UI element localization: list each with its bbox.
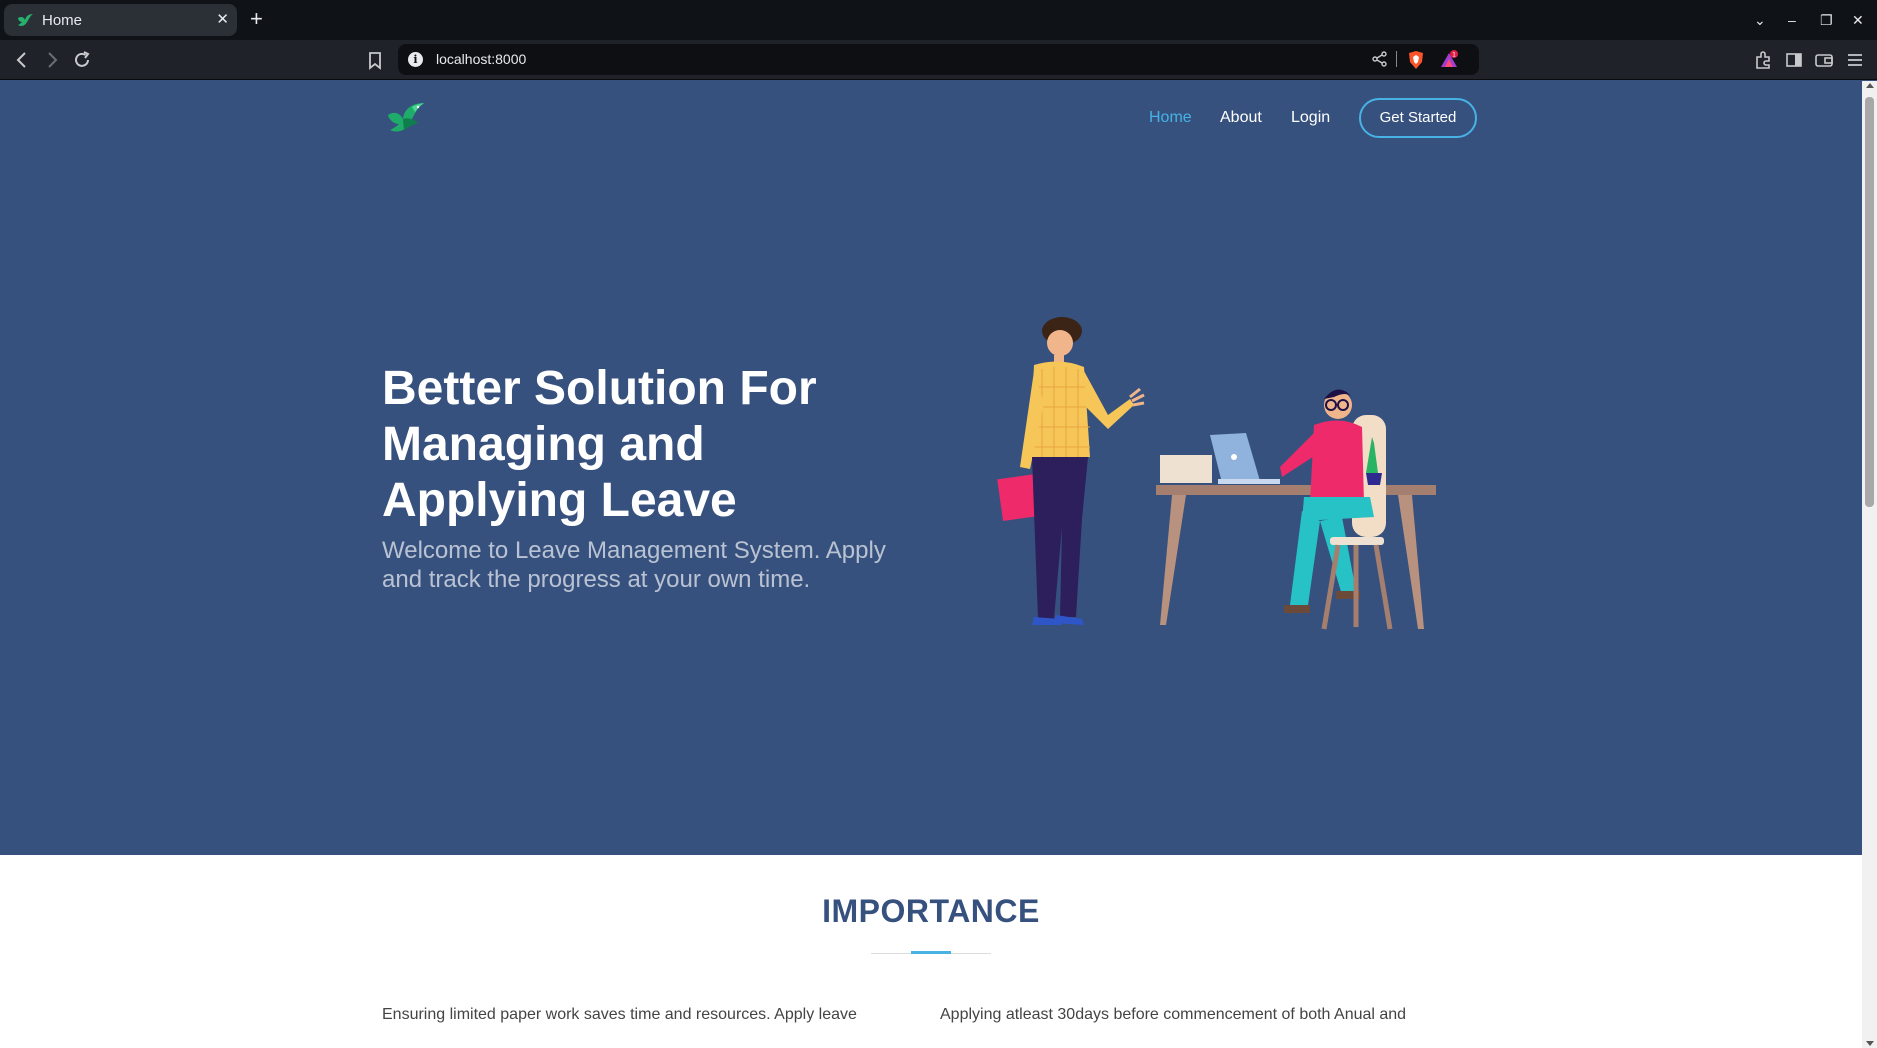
nav-home-link[interactable]: Home [1149, 109, 1192, 127]
scroll-up-arrow-icon[interactable] [1866, 83, 1874, 88]
browser-tab[interactable]: Home ✕ [4, 4, 237, 36]
web-page: Home About Login Get Started Better Solu… [0, 81, 1862, 1048]
brave-shields-icon[interactable] [1407, 50, 1425, 70]
page-scrollbar[interactable] [1862, 81, 1877, 1048]
heading-accent-divider [911, 951, 951, 954]
tab-close-button[interactable]: ✕ [216, 10, 229, 30]
bookmark-icon[interactable] [363, 48, 387, 72]
scroll-down-arrow-icon[interactable] [1866, 1041, 1874, 1046]
site-favicon-icon [18, 14, 33, 26]
forward-icon[interactable] [40, 48, 64, 72]
divider [1396, 51, 1397, 67]
url-text[interactable]: localhost:8000 [436, 51, 526, 67]
close-window-icon[interactable]: ✕ [1852, 8, 1864, 32]
back-icon[interactable] [10, 48, 34, 72]
rewards-badge: 1 [1452, 52, 1456, 59]
get-started-button[interactable]: Get Started [1359, 98, 1477, 138]
extensions-icon[interactable] [1752, 48, 1776, 72]
site-info-icon[interactable]: i [408, 52, 423, 67]
importance-text-right: Applying atleast 30days before commencem… [940, 1006, 1407, 1023]
menu-icon[interactable] [1843, 48, 1867, 72]
office-illustration [997, 317, 1436, 630]
importance-section: IMPORTANCE Ensuring limited paper work s… [0, 855, 1862, 1048]
section-heading: IMPORTANCE [822, 893, 1040, 929]
nav-login-link[interactable]: Login [1291, 109, 1330, 127]
seated-person-figure [1280, 389, 1393, 630]
hero-title: Better Solution For Managing and Applyin… [382, 362, 817, 527]
new-tab-button[interactable]: + [250, 6, 263, 32]
wallet-icon[interactable] [1812, 48, 1836, 72]
address-bar[interactable]: i localhost:8000 1 [398, 44, 1479, 75]
brave-rewards-icon[interactable]: 1 [1439, 50, 1459, 70]
minimize-icon[interactable]: – [1788, 8, 1796, 32]
reload-icon[interactable] [70, 48, 94, 72]
restore-icon[interactable]: ❐ [1820, 8, 1833, 32]
hero-subtitle: Welcome to Leave Management System. Appl… [382, 537, 886, 593]
tab-title: Home [42, 12, 83, 29]
tab-strip: Home ✕ + ⌄ – ❐ ✕ [0, 0, 1877, 40]
nav-about-link[interactable]: About [1220, 109, 1262, 127]
sidebar-icon[interactable] [1782, 48, 1806, 72]
brand-logo-icon[interactable] [382, 97, 430, 141]
standing-person-figure [997, 317, 1145, 625]
scrollbar-thumb[interactable] [1865, 97, 1874, 507]
tab-search-icon[interactable]: ⌄ [1754, 8, 1766, 32]
hero-section: Home About Login Get Started Better Solu… [0, 81, 1862, 855]
share-icon[interactable] [1371, 50, 1389, 68]
importance-text-left: Ensuring limited paper work saves time a… [382, 1006, 857, 1023]
